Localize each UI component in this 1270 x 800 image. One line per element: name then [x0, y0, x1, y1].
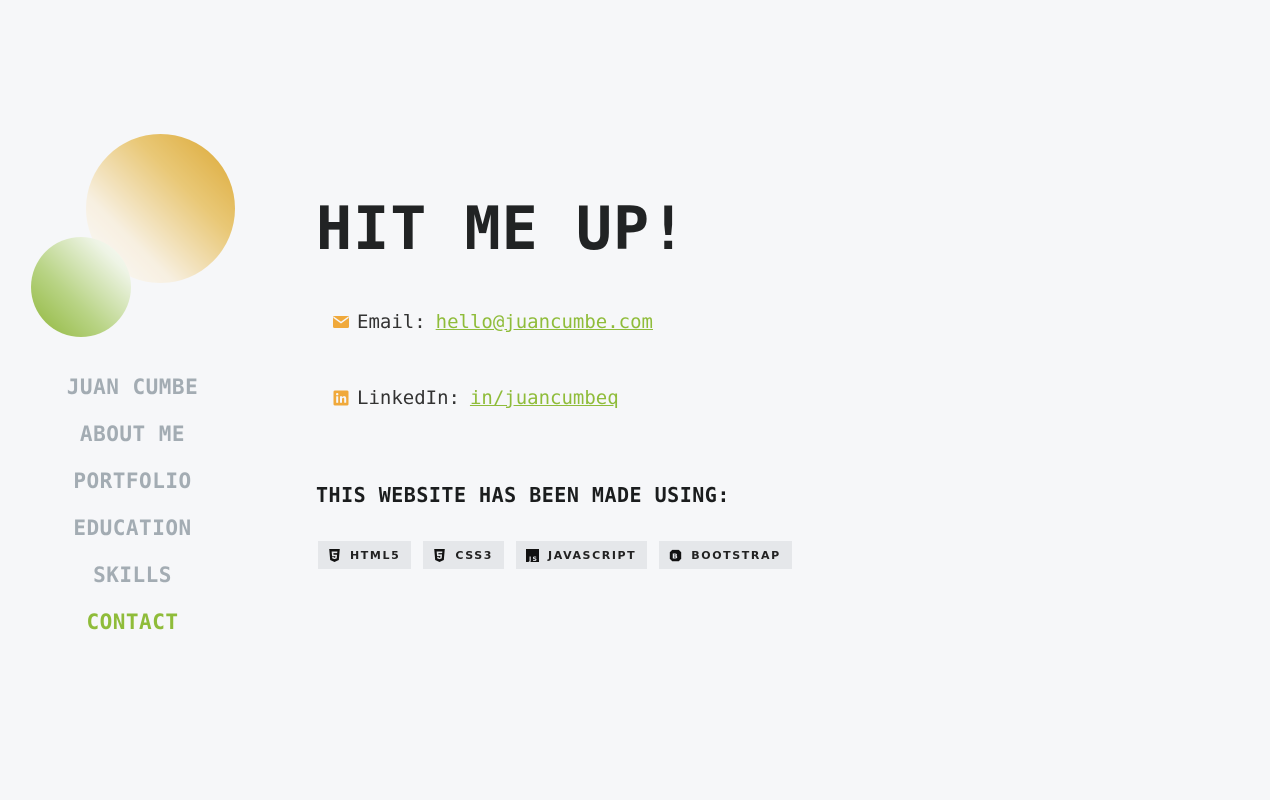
badge-css3-label: CSS3	[455, 548, 494, 562]
linkedin-link[interactable]: in/juancumbeq	[470, 387, 619, 409]
nav-item-contact[interactable]: CONTACT	[0, 602, 265, 649]
html5-icon	[329, 548, 340, 562]
javascript-icon: JS	[526, 548, 540, 562]
linkedin-row: LinkedIn: in/juancumbeq	[333, 385, 619, 411]
page-title: HIT ME UP!	[316, 194, 688, 264]
nav-item-skills[interactable]: SKILLS	[0, 555, 265, 602]
nav-item-about-me[interactable]: ABOUT ME	[0, 414, 265, 461]
logo-circle-small	[31, 237, 131, 337]
badge-bootstrap: B BOOTSTRAP	[659, 541, 792, 569]
linkedin-icon	[333, 390, 349, 406]
linkedin-label: LinkedIn:	[357, 387, 460, 409]
svg-text:JS: JS	[528, 555, 538, 561]
css3-icon	[434, 548, 446, 562]
badge-javascript-label: JAVASCRIPT	[548, 548, 637, 562]
sidebar-nav: JUAN CUMBE ABOUT ME PORTFOLIO EDUCATION …	[0, 367, 265, 649]
tech-badges: HTML5 CSS3 JS JAVASCRIPT B BOOTSTRAP	[318, 541, 792, 569]
envelope-icon	[333, 316, 349, 328]
logo	[0, 0, 260, 360]
badge-javascript: JS JAVASCRIPT	[516, 541, 648, 569]
svg-text:B: B	[672, 551, 679, 560]
email-label: Email:	[357, 311, 426, 333]
email-row: Email: hello@juancumbe.com	[333, 309, 653, 335]
nav-item-education[interactable]: EDUCATION	[0, 508, 265, 555]
badge-css3: CSS3	[423, 541, 505, 569]
nav-item-portfolio[interactable]: PORTFOLIO	[0, 461, 265, 508]
badge-bootstrap-label: BOOTSTRAP	[691, 548, 781, 562]
badge-html5-label: HTML5	[350, 548, 401, 562]
bootstrap-icon: B	[670, 549, 682, 561]
tech-heading: THIS WEBSITE HAS BEEN MADE USING:	[316, 483, 730, 507]
email-link[interactable]: hello@juancumbe.com	[436, 311, 653, 333]
badge-html5: HTML5	[318, 541, 412, 569]
nav-item-juan-cumbe[interactable]: JUAN CUMBE	[0, 367, 265, 414]
